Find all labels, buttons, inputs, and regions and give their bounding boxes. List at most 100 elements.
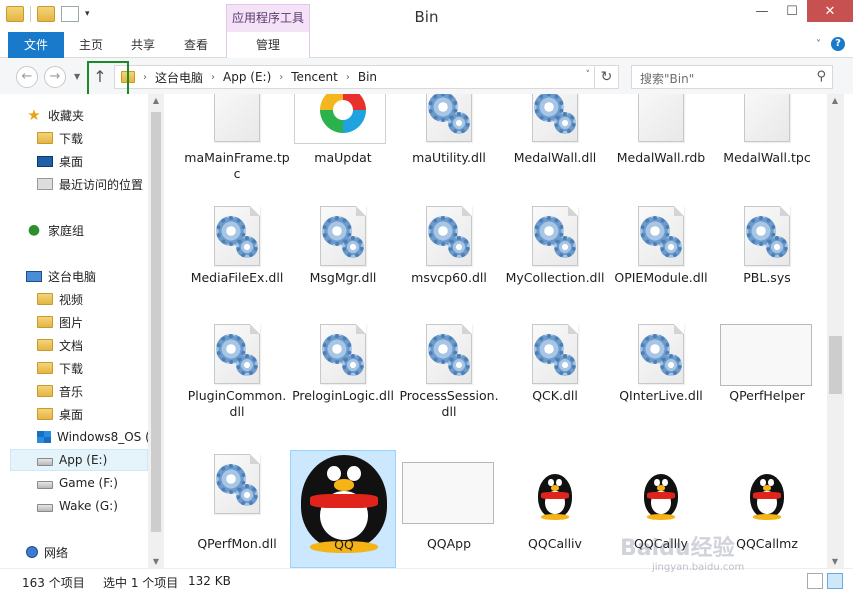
navigation-pane-scrollbar[interactable]: ▲ ▼	[148, 94, 164, 568]
scroll-down-arrow-icon[interactable]: ▼	[148, 557, 164, 566]
file-item[interactable]: MyCollection.dll	[502, 202, 608, 320]
file-name: PBL.sys	[743, 270, 791, 285]
large-icons-view-icon[interactable]	[827, 573, 843, 589]
close-button[interactable]: ✕	[807, 0, 853, 22]
sidebar-item-this-pc[interactable]: 这台电脑	[26, 265, 148, 287]
status-bar: 163 个项目 选中 1 个项目 132 KB	[0, 568, 853, 600]
sidebar-item-documents[interactable]: 文档	[37, 334, 148, 356]
sidebar-item-pictures[interactable]: 图片	[37, 311, 148, 333]
blank-file-icon	[740, 94, 794, 144]
breadcrumb-chevron-icon[interactable]: ›	[279, 72, 283, 83]
file-item[interactable]: OPIEModule.dll	[608, 202, 714, 320]
sidebar-item-label: 桌面	[59, 407, 84, 422]
file-name: QQApp	[426, 536, 472, 551]
file-item[interactable]: PreloginLogic.dll	[290, 320, 396, 438]
file-item[interactable]: maUpdat	[290, 94, 396, 208]
up-button[interactable]: ↑	[90, 68, 110, 88]
sidebar-item-label: 家庭组	[48, 223, 85, 238]
file-item[interactable]: MedalWall.tpc	[714, 94, 820, 208]
search-icon[interactable]: ⚲	[816, 69, 826, 84]
homegroup-icon: ●	[27, 222, 41, 238]
file-item[interactable]: QQ	[290, 450, 396, 568]
breadcrumb-app-drive[interactable]: App (E:)	[223, 70, 271, 84]
minimize-button[interactable]: —	[747, 0, 777, 22]
sidebar-item-music[interactable]: 音乐	[37, 380, 148, 402]
file-item[interactable]: PBL.sys	[714, 202, 820, 320]
file-item[interactable]: MediaFileEx.dll	[184, 202, 290, 320]
breadcrumb-bin[interactable]: Bin	[358, 70, 377, 84]
window-app-icon	[402, 462, 494, 524]
quick-access-toolbar: ▾	[6, 6, 90, 22]
breadcrumb-tencent[interactable]: Tencent	[291, 70, 338, 84]
sidebar-item-wake-drive[interactable]: Wake (G:)	[37, 495, 148, 517]
sidebar-item-recent-places[interactable]: 最近访问的位置	[37, 173, 148, 195]
recent-locations-chevron-icon[interactable]: ▼	[74, 72, 80, 81]
sidebar-item-app-drive[interactable]: App (E:)	[10, 449, 148, 471]
file-name: OPIEModule.dll	[614, 270, 708, 285]
address-history-chevron-icon[interactable]: ˅	[586, 70, 591, 80]
file-list-scrollbar[interactable]: ▲ ▼	[827, 94, 844, 568]
file-item[interactable]: msvcp60.dll	[396, 202, 502, 320]
scrollbar-thumb[interactable]	[151, 112, 161, 532]
address-bar[interactable]: › 这台电脑 › App (E:) › Tencent › Bin ˅ ↻	[114, 65, 619, 89]
updater-app-icon	[294, 94, 386, 144]
scroll-up-arrow-icon[interactable]: ▲	[148, 96, 164, 105]
sidebar-item-windows-drive[interactable]: Windows8_OS (	[37, 426, 148, 448]
maximize-button[interactable]: ☐	[777, 0, 807, 22]
sidebar-item-network[interactable]: 网络	[26, 541, 148, 563]
refresh-icon[interactable]: ↻	[594, 66, 618, 88]
dll-gear-icon	[528, 324, 582, 386]
scrollbar-thumb[interactable]	[829, 336, 842, 394]
file-item[interactable]: QQCallly	[608, 450, 714, 568]
dll-gear-icon	[528, 206, 582, 268]
properties-icon[interactable]	[61, 6, 79, 22]
file-item[interactable]: MedalWall.dll	[502, 94, 608, 208]
sidebar-item-favorites[interactable]: ★ 收藏夹	[26, 104, 148, 126]
file-item[interactable]: QQCallmz	[714, 450, 820, 568]
file-item[interactable]: QQApp	[396, 450, 502, 568]
details-view-icon[interactable]	[807, 573, 823, 589]
sidebar-item-videos[interactable]: 视频	[37, 288, 148, 310]
breadcrumb-this-pc[interactable]: 这台电脑	[155, 69, 203, 86]
file-item[interactable]: MedalWall.rdb	[608, 94, 714, 208]
file-item[interactable]: QCK.dll	[502, 320, 608, 438]
tab-manage[interactable]: 管理	[226, 32, 310, 58]
tab-share[interactable]: 共享	[118, 32, 168, 58]
sidebar-item-homegroup[interactable]: ● 家庭组	[26, 219, 148, 241]
breadcrumb-chevron-icon[interactable]: ›	[346, 72, 350, 83]
sidebar-item-downloads-pc[interactable]: 下载	[37, 357, 148, 379]
file-item[interactable]: maMainFrame.tpc	[184, 94, 290, 208]
tab-view[interactable]: 查看	[170, 32, 222, 58]
scroll-up-arrow-icon[interactable]: ▲	[827, 96, 843, 105]
help-icon[interactable]: ?	[831, 37, 845, 51]
search-box[interactable]: 搜索"Bin" ⚲	[631, 65, 833, 89]
breadcrumb-chevron-icon[interactable]: ›	[143, 72, 147, 83]
forward-button[interactable]: →	[44, 66, 66, 88]
file-item[interactable]: QQCalliv	[502, 450, 608, 568]
back-button[interactable]: ←	[16, 66, 38, 88]
sidebar-item-downloads[interactable]: 下载	[37, 127, 148, 149]
new-folder-icon[interactable]	[37, 6, 55, 22]
sidebar-item-desktop-pc[interactable]: 桌面	[37, 403, 148, 425]
file-item[interactable]: maUtility.dll	[396, 94, 502, 208]
file-item[interactable]: QPerfHelper	[714, 320, 820, 438]
qq-penguin-icon	[538, 474, 572, 520]
file-item[interactable]: ProcessSession.dll	[396, 320, 502, 438]
expand-ribbon-chevron-icon[interactable]: ˅	[816, 39, 821, 50]
sidebar-item-game-drive[interactable]: Game (F:)	[37, 472, 148, 494]
scroll-down-arrow-icon[interactable]: ▼	[827, 557, 843, 566]
file-item[interactable]: QPerfMon.dll	[184, 450, 290, 568]
file-item[interactable]: QInterLive.dll	[608, 320, 714, 438]
dll-gear-icon	[422, 324, 476, 386]
dll-gear-icon	[316, 324, 370, 386]
search-input[interactable]: 搜索"Bin"	[640, 70, 694, 87]
sidebar-item-desktop[interactable]: 桌面	[37, 150, 148, 172]
breadcrumb-chevron-icon[interactable]: ›	[211, 72, 215, 83]
tab-file[interactable]: 文件	[8, 32, 64, 58]
download-folder-icon	[37, 132, 53, 144]
file-item[interactable]: PluginCommon.dll	[184, 320, 290, 438]
sidebar-item-label: Windows8_OS (	[57, 430, 148, 444]
tab-home[interactable]: 主页	[66, 32, 116, 58]
file-item[interactable]: MsgMgr.dll	[290, 202, 396, 320]
customize-toolbar-chevron-icon[interactable]: ▾	[85, 9, 90, 19]
